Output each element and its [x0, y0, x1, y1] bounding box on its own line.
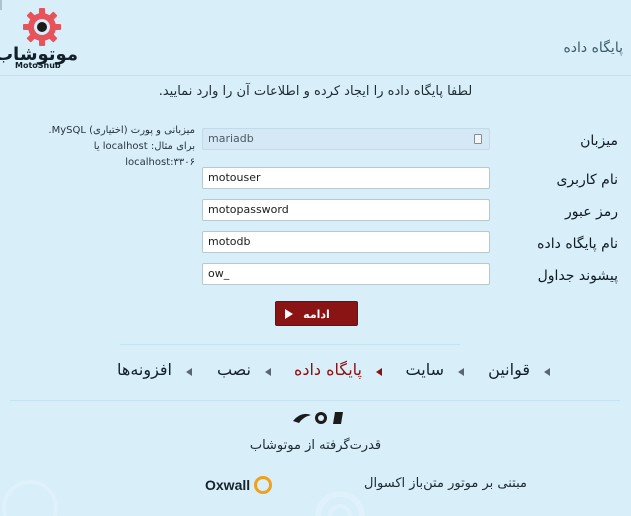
step-site-arrow-icon: [458, 368, 464, 376]
oxwall-ring-icon: [254, 476, 272, 494]
step-plugins-arrow-icon: [186, 368, 192, 376]
continue-button-label: ادامه: [303, 308, 330, 321]
form-row-username: نام کاربری motouser: [0, 167, 631, 195]
step-database: پایگاه داده: [293, 360, 362, 379]
username-label: نام کاربری: [556, 172, 618, 188]
arrow-right-icon: [285, 309, 293, 319]
installer-page: موتوشاب MotoShub پایگاه داده لطفا پایگاه…: [0, 0, 631, 516]
password-label: رمز عبور: [564, 204, 618, 220]
step-rules: قوانین: [488, 360, 530, 379]
oxwall-wordmark: Oxwall: [205, 477, 251, 493]
step-install: نصب: [216, 360, 251, 379]
logo-tagline: MotoShub: [15, 61, 61, 70]
password-field[interactable]: motopassword: [202, 199, 490, 221]
step-site: سایت: [405, 360, 444, 379]
form-row-host: میزبان mariadb: [0, 128, 631, 156]
footer-divider: [10, 400, 620, 401]
continue-button[interactable]: ادامه: [275, 301, 358, 326]
form-row-prefix: پیشوند جداول ow_: [0, 263, 631, 291]
intro-text: لطفا پایگاه داده را ایجاد کرده و اطلاعات…: [158, 84, 473, 99]
steps-divider-top: [120, 344, 460, 345]
table-prefix-label: پیشوند جداول: [537, 268, 618, 284]
database-name-label: نام پایگاه داده: [537, 236, 618, 252]
host-label: میزبان: [580, 133, 618, 149]
oxwall-logo[interactable]: Oxwall: [205, 475, 272, 494]
step-install-arrow-icon: [265, 368, 271, 376]
form-row-password: رمز عبور motopassword: [0, 199, 631, 227]
powered-by-text: قدرت‌گرفته از موتوشاب: [249, 438, 382, 453]
background-decoration-icon: [2, 480, 58, 516]
username-field[interactable]: motouser: [202, 167, 490, 189]
form-row-database: نام پایگاه داده motodb: [0, 231, 631, 259]
field-autofill-icon[interactable]: [474, 134, 482, 144]
database-name-field[interactable]: motodb: [202, 231, 490, 253]
table-prefix-field[interactable]: ow_: [202, 263, 490, 285]
page-title: پایگاه داده: [563, 40, 623, 56]
install-steps: قوانین سایت پایگاه داده نصب افزونه‌ها: [100, 360, 550, 384]
step-database-arrow-icon: [376, 368, 382, 376]
step-rules-arrow-icon: [544, 368, 550, 376]
host-field[interactable]: mariadb: [202, 128, 490, 150]
header-bar: موتوشاب MotoShub پایگاه داده: [0, 0, 631, 76]
step-plugins: افزونه‌ها: [117, 360, 172, 379]
footer-badges-icon: [293, 412, 343, 424]
